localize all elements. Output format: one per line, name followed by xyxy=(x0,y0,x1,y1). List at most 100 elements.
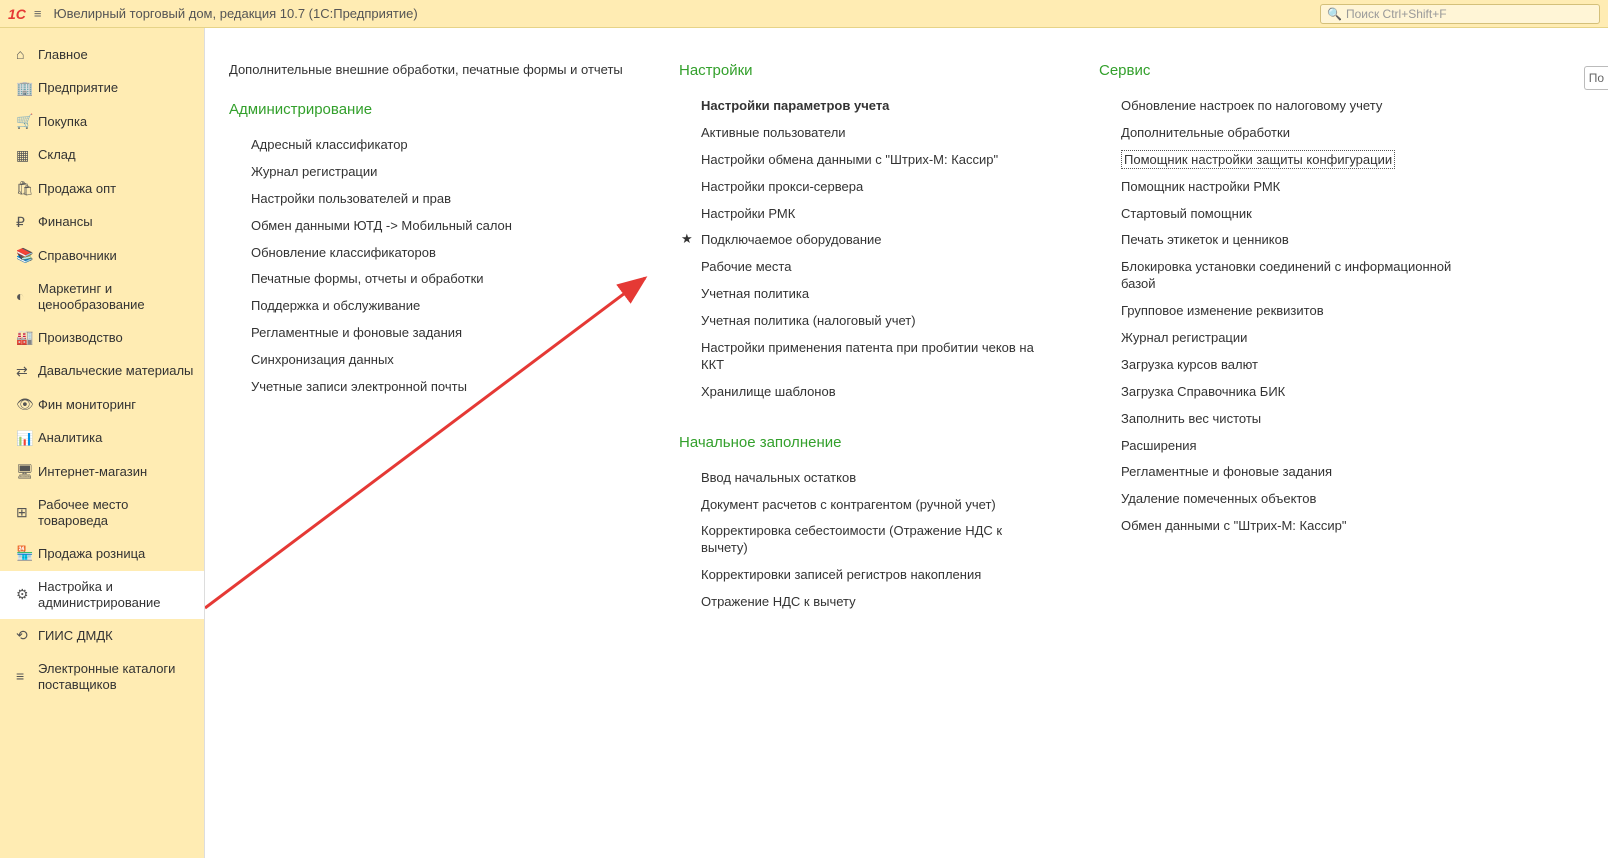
service-link-2[interactable]: Помощник настройки защиты конфигурации xyxy=(1099,147,1479,174)
service-link-7[interactable]: Групповое изменение реквизитов xyxy=(1099,298,1479,325)
settings-link-8[interactable]: Учетная политика (налоговый учет) xyxy=(679,308,1049,335)
sidebar-item-3[interactable]: ▦Склад xyxy=(0,139,204,173)
sidebar-item-11[interactable]: 📊Аналитика xyxy=(0,422,204,456)
admin-link-7[interactable]: Регламентные и фоновые задания xyxy=(229,320,629,347)
sidebar-item-label: Покупка xyxy=(38,114,194,130)
admin-link-9[interactable]: Учетные записи электронной почты xyxy=(229,374,629,401)
settings-link-6[interactable]: Рабочие места xyxy=(679,254,1049,281)
service-link-0[interactable]: Обновление настроек по налоговому учету xyxy=(1099,93,1479,120)
admin-link-5[interactable]: Печатные формы, отчеты и обработки xyxy=(229,266,629,293)
sidebar-item-label: Склад xyxy=(38,147,194,163)
settings-link-4[interactable]: Настройки РМК xyxy=(679,201,1049,228)
sidebar-item-label: Производство xyxy=(38,330,194,346)
top-additional-link[interactable]: Дополнительные внешние обработки, печатн… xyxy=(229,62,629,77)
initial-fill-link-0[interactable]: Ввод начальных остатков xyxy=(679,465,1049,492)
service-link-9[interactable]: Загрузка курсов валют xyxy=(1099,352,1479,379)
sidebar-icon: 🛒 xyxy=(16,113,38,131)
sidebar: ⌂Главное🏢Предприятие🛒Покупка▦Склад🛍Прода… xyxy=(0,28,204,858)
settings-link-3[interactable]: Настройки прокси-сервера xyxy=(679,174,1049,201)
sidebar-item-label: Аналитика xyxy=(38,430,194,446)
sidebar-item-label: Фин мониторинг xyxy=(38,397,194,413)
sidebar-icon: 🏪 xyxy=(16,545,38,563)
link-label: Учетная политика xyxy=(701,286,809,301)
service-link-10[interactable]: Загрузка Справочника БИК xyxy=(1099,379,1479,406)
sidebar-item-2[interactable]: 🛒Покупка xyxy=(0,105,204,139)
section-initial-fill-header: Начальное заполнение xyxy=(679,434,1049,451)
link-label: Настройки обмена данными с "Штрих-М: Кас… xyxy=(701,152,998,167)
service-link-13[interactable]: Регламентные и фоновые задания xyxy=(1099,459,1479,486)
settings-link-2[interactable]: Настройки обмена данными с "Штрих-М: Кас… xyxy=(679,147,1049,174)
link-label: Настройки РМК xyxy=(701,206,795,221)
initial-fill-link-3[interactable]: Корректировки записей регистров накоплен… xyxy=(679,562,1049,589)
sidebar-item-4[interactable]: 🛍Продажа опт xyxy=(0,172,204,206)
link-label: Стартовый помощник xyxy=(1121,206,1252,221)
service-link-8[interactable]: Журнал регистрации xyxy=(1099,325,1479,352)
search-input[interactable]: 🔍 Поиск Ctrl+Shift+F xyxy=(1320,4,1600,24)
sidebar-item-12[interactable]: 🖥Интернет-магазин xyxy=(0,455,204,489)
link-label: Блокировка установки соединений с информ… xyxy=(1121,259,1451,291)
service-link-6[interactable]: Блокировка установки соединений с информ… xyxy=(1099,254,1479,298)
initial-fill-link-2[interactable]: Корректировка себестоимости (Отражение Н… xyxy=(679,518,1049,562)
sidebar-item-10[interactable]: 👁Фин мониторинг xyxy=(0,388,204,422)
service-link-15[interactable]: Обмен данными с "Штрих-М: Кассир" xyxy=(1099,513,1479,540)
sidebar-item-9[interactable]: ⇄Давальческие материалы xyxy=(0,355,204,389)
sidebar-icon: ⇄ xyxy=(16,363,38,381)
admin-link-3[interactable]: Обмен данными ЮТД -> Мобильный салон xyxy=(229,213,629,240)
link-label: Хранилище шаблонов xyxy=(701,384,836,399)
sidebar-item-label: Главное xyxy=(38,47,194,63)
service-link-1[interactable]: Дополнительные обработки xyxy=(1099,120,1479,147)
sidebar-icon: 🏢 xyxy=(16,80,38,98)
sidebar-item-0[interactable]: ⌂Главное xyxy=(0,38,204,72)
sidebar-item-label: Рабочее место товароведа xyxy=(38,497,194,530)
service-link-11[interactable]: Заполнить вес чистоты xyxy=(1099,406,1479,433)
sidebar-item-17[interactable]: ≡Электронные каталоги поставщиков xyxy=(0,653,204,702)
sidebar-item-label: Давальческие материалы xyxy=(38,363,194,379)
sidebar-item-16[interactable]: ⟲ГИИС ДМДК xyxy=(0,619,204,653)
sidebar-icon: ≡ xyxy=(16,668,38,686)
sidebar-item-label: Продажа розница xyxy=(38,546,194,562)
section-service-header: Сервис xyxy=(1099,62,1479,79)
logo-1c: 1С xyxy=(8,6,26,22)
link-label: Регламентные и фоновые задания xyxy=(1121,464,1332,479)
sidebar-icon: 🏭 xyxy=(16,329,38,347)
settings-link-9[interactable]: Настройки применения патента при пробити… xyxy=(679,335,1049,379)
sidebar-icon: 🛍 xyxy=(16,180,38,198)
settings-link-1[interactable]: Активные пользователи xyxy=(679,120,1049,147)
initial-fill-link-4[interactable]: Отражение НДС к вычету xyxy=(679,589,1049,616)
sidebar-item-14[interactable]: 🏪Продажа розница xyxy=(0,537,204,571)
admin-link-6[interactable]: Поддержка и обслуживание xyxy=(229,293,629,320)
admin-link-2[interactable]: Настройки пользователей и прав xyxy=(229,186,629,213)
sidebar-item-6[interactable]: 📚Справочники xyxy=(0,239,204,273)
sidebar-icon: ⌂ xyxy=(16,46,38,64)
sidebar-item-label: ГИИС ДМДК xyxy=(38,628,194,644)
settings-link-7[interactable]: Учетная политика xyxy=(679,281,1049,308)
admin-link-0[interactable]: Адресный классификатор xyxy=(229,132,629,159)
sidebar-item-5[interactable]: ₽Финансы xyxy=(0,206,204,240)
admin-link-4[interactable]: Обновление классификаторов xyxy=(229,240,629,267)
admin-link-8[interactable]: Синхронизация данных xyxy=(229,347,629,374)
link-label: Обновление настроек по налоговому учету xyxy=(1121,98,1382,113)
section-settings-header: Настройки xyxy=(679,62,1049,79)
service-link-5[interactable]: Печать этикеток и ценников xyxy=(1099,227,1479,254)
sidebar-item-8[interactable]: 🏭Производство xyxy=(0,321,204,355)
star-icon: ★ xyxy=(681,231,693,248)
sidebar-item-1[interactable]: 🏢Предприятие xyxy=(0,72,204,106)
service-link-3[interactable]: Помощник настройки РМК xyxy=(1099,174,1479,201)
sidebar-item-label: Продажа опт xyxy=(38,181,194,197)
sidebar-item-label: Интернет-магазин xyxy=(38,464,194,480)
sidebar-item-13[interactable]: ⊞Рабочее место товароведа xyxy=(0,489,204,538)
link-label: Активные пользователи xyxy=(701,125,846,140)
right-cut-panel[interactable]: По xyxy=(1584,66,1608,90)
initial-fill-link-1[interactable]: Документ расчетов с контрагентом (ручной… xyxy=(679,492,1049,519)
sidebar-item-15[interactable]: ⚙Настройка и администрирование xyxy=(0,571,204,620)
link-label: Помощник настройки РМК xyxy=(1121,179,1280,194)
service-link-12[interactable]: Расширения xyxy=(1099,433,1479,460)
settings-link-5[interactable]: ★Подключаемое оборудование xyxy=(679,227,1049,254)
service-link-14[interactable]: Удаление помеченных объектов xyxy=(1099,486,1479,513)
service-link-4[interactable]: Стартовый помощник xyxy=(1099,201,1479,228)
settings-link-10[interactable]: Хранилище шаблонов xyxy=(679,379,1049,406)
menu-burger-icon[interactable]: ≡ xyxy=(34,6,42,21)
settings-link-0[interactable]: Настройки параметров учета xyxy=(679,93,1049,120)
admin-link-1[interactable]: Журнал регистрации xyxy=(229,159,629,186)
sidebar-item-7[interactable]: ◐Маркетинг и ценообразование xyxy=(0,273,204,322)
